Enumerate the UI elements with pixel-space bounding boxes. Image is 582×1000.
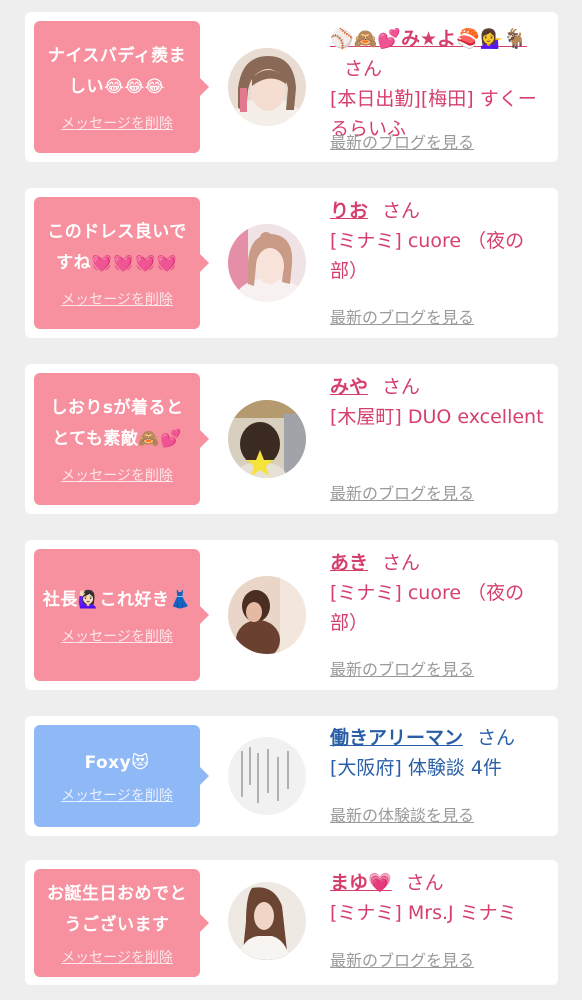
profile-info: ⚾🙈💕み★よ🍣💁‍♀️🐐さん [本日出勤][梅田] すくーるらいふ (330, 24, 545, 144)
avatar[interactable] (228, 882, 306, 960)
shop-info: [木屋町] DUO excellent (330, 406, 544, 428)
message-text: しおりsが着るととても素敵🙈💕 (50, 398, 184, 449)
delete-message-link[interactable]: メッセージを削除 (61, 626, 173, 646)
shop-info: [大阪府] 体験談 4件 (330, 757, 502, 779)
message-text: Foxy😻 (84, 752, 150, 773)
message-bubble: 社長🙋🏻‍♀️これ好き👗 メッセージを削除 (34, 549, 209, 681)
message-bubble: Foxy😻 メッセージを削除 (34, 725, 209, 827)
avatar[interactable] (228, 576, 306, 654)
latest-blog-link[interactable]: 最新のブログを見る (330, 480, 474, 504)
profile-name-link[interactable]: ⚾🙈💕み★よ🍣💁‍♀️🐐 (330, 28, 527, 50)
delete-message-link[interactable]: メッセージを削除 (61, 289, 173, 309)
message-card: お誕生日おめでとうございます メッセージを削除 まゆ💗 さん [ミナミ] Mrs.… (25, 860, 558, 985)
message-bubble: しおりsが着るととても素敵🙈💕 メッセージを削除 (34, 373, 209, 505)
delete-message-link[interactable]: メッセージを削除 (61, 465, 173, 485)
profile-info: 働きアリーマン さん [大阪府] 体験談 4件 (330, 723, 545, 783)
avatar[interactable] (228, 224, 306, 302)
message-bubble: ナイスバディ羨ましい😂😂😂 メッセージを削除 (34, 21, 209, 153)
message-card: 社長🙋🏻‍♀️これ好き👗 メッセージを削除 あき さん [ミナミ] cuore （… (25, 540, 558, 690)
honorific-label: さん (382, 552, 421, 574)
profile-info: あき さん [ミナミ] cuore （夜の部） (330, 548, 545, 638)
avatar[interactable] (228, 400, 306, 478)
honorific-label: さん (344, 58, 383, 80)
profile-name-link[interactable]: りお (330, 200, 368, 222)
latest-review-link[interactable]: 最新の体験談を見る (330, 802, 474, 826)
profile-info: まゆ💗 さん [ミナミ] Mrs.J ミナミ (330, 868, 545, 928)
profile-name-link[interactable]: まゆ💗 (330, 872, 392, 894)
shop-info: [ミナミ] Mrs.J ミナミ (330, 902, 517, 924)
latest-blog-link[interactable]: 最新のブログを見る (330, 304, 474, 328)
message-list: ナイスバディ羨ましい😂😂😂 メッセージを削除 ⚾🙈💕み★よ🍣💁‍♀️🐐さん [本… (0, 0, 582, 1000)
message-card: ナイスバディ羨ましい😂😂😂 メッセージを削除 ⚾🙈💕み★よ🍣💁‍♀️🐐さん [本… (25, 12, 558, 162)
message-text: このドレス良いですね💓💓💓💓 (47, 222, 187, 273)
message-card: このドレス良いですね💓💓💓💓 メッセージを削除 りお さん [ミナミ] cuore… (25, 188, 558, 338)
avatar[interactable] (228, 737, 306, 815)
profile-info: りお さん [ミナミ] cuore （夜の部） (330, 196, 545, 286)
message-bubble: お誕生日おめでとうございます メッセージを削除 (34, 869, 209, 977)
profile-name-link[interactable]: 働きアリーマン (330, 727, 463, 749)
honorific-label: さん (405, 872, 444, 894)
honorific-label: さん (382, 200, 421, 222)
delete-message-link[interactable]: メッセージを削除 (61, 113, 173, 133)
message-card: Foxy😻 メッセージを削除 働きアリーマン さん [大阪府] 体験談 4件 最… (25, 716, 558, 836)
message-text: ナイスバディ羨ましい😂😂😂 (47, 46, 187, 97)
profile-name-link[interactable]: あき (330, 552, 368, 574)
profile-name-link[interactable]: みや (330, 376, 368, 398)
avatar[interactable] (228, 48, 306, 126)
delete-message-link[interactable]: メッセージを削除 (61, 947, 173, 967)
latest-blog-link[interactable]: 最新のブログを見る (330, 656, 474, 680)
latest-blog-link[interactable]: 最新のブログを見る (330, 129, 474, 153)
message-text: 社長🙋🏻‍♀️これ好き👗 (42, 589, 192, 610)
delete-message-link[interactable]: メッセージを削除 (61, 785, 173, 805)
honorific-label: さん (477, 727, 516, 749)
honorific-label: さん (382, 376, 421, 398)
message-text: お誕生日おめでとうございます (47, 884, 187, 935)
profile-info: みや さん [木屋町] DUO excellent (330, 372, 545, 432)
message-card: しおりsが着るととても素敵🙈💕 メッセージを削除 みや さん [木屋町] DUO … (25, 364, 558, 514)
latest-blog-link[interactable]: 最新のブログを見る (330, 947, 474, 971)
shop-info: [ミナミ] cuore （夜の部） (330, 582, 525, 634)
message-bubble: このドレス良いですね💓💓💓💓 メッセージを削除 (34, 197, 209, 329)
shop-info: [ミナミ] cuore （夜の部） (330, 230, 525, 282)
